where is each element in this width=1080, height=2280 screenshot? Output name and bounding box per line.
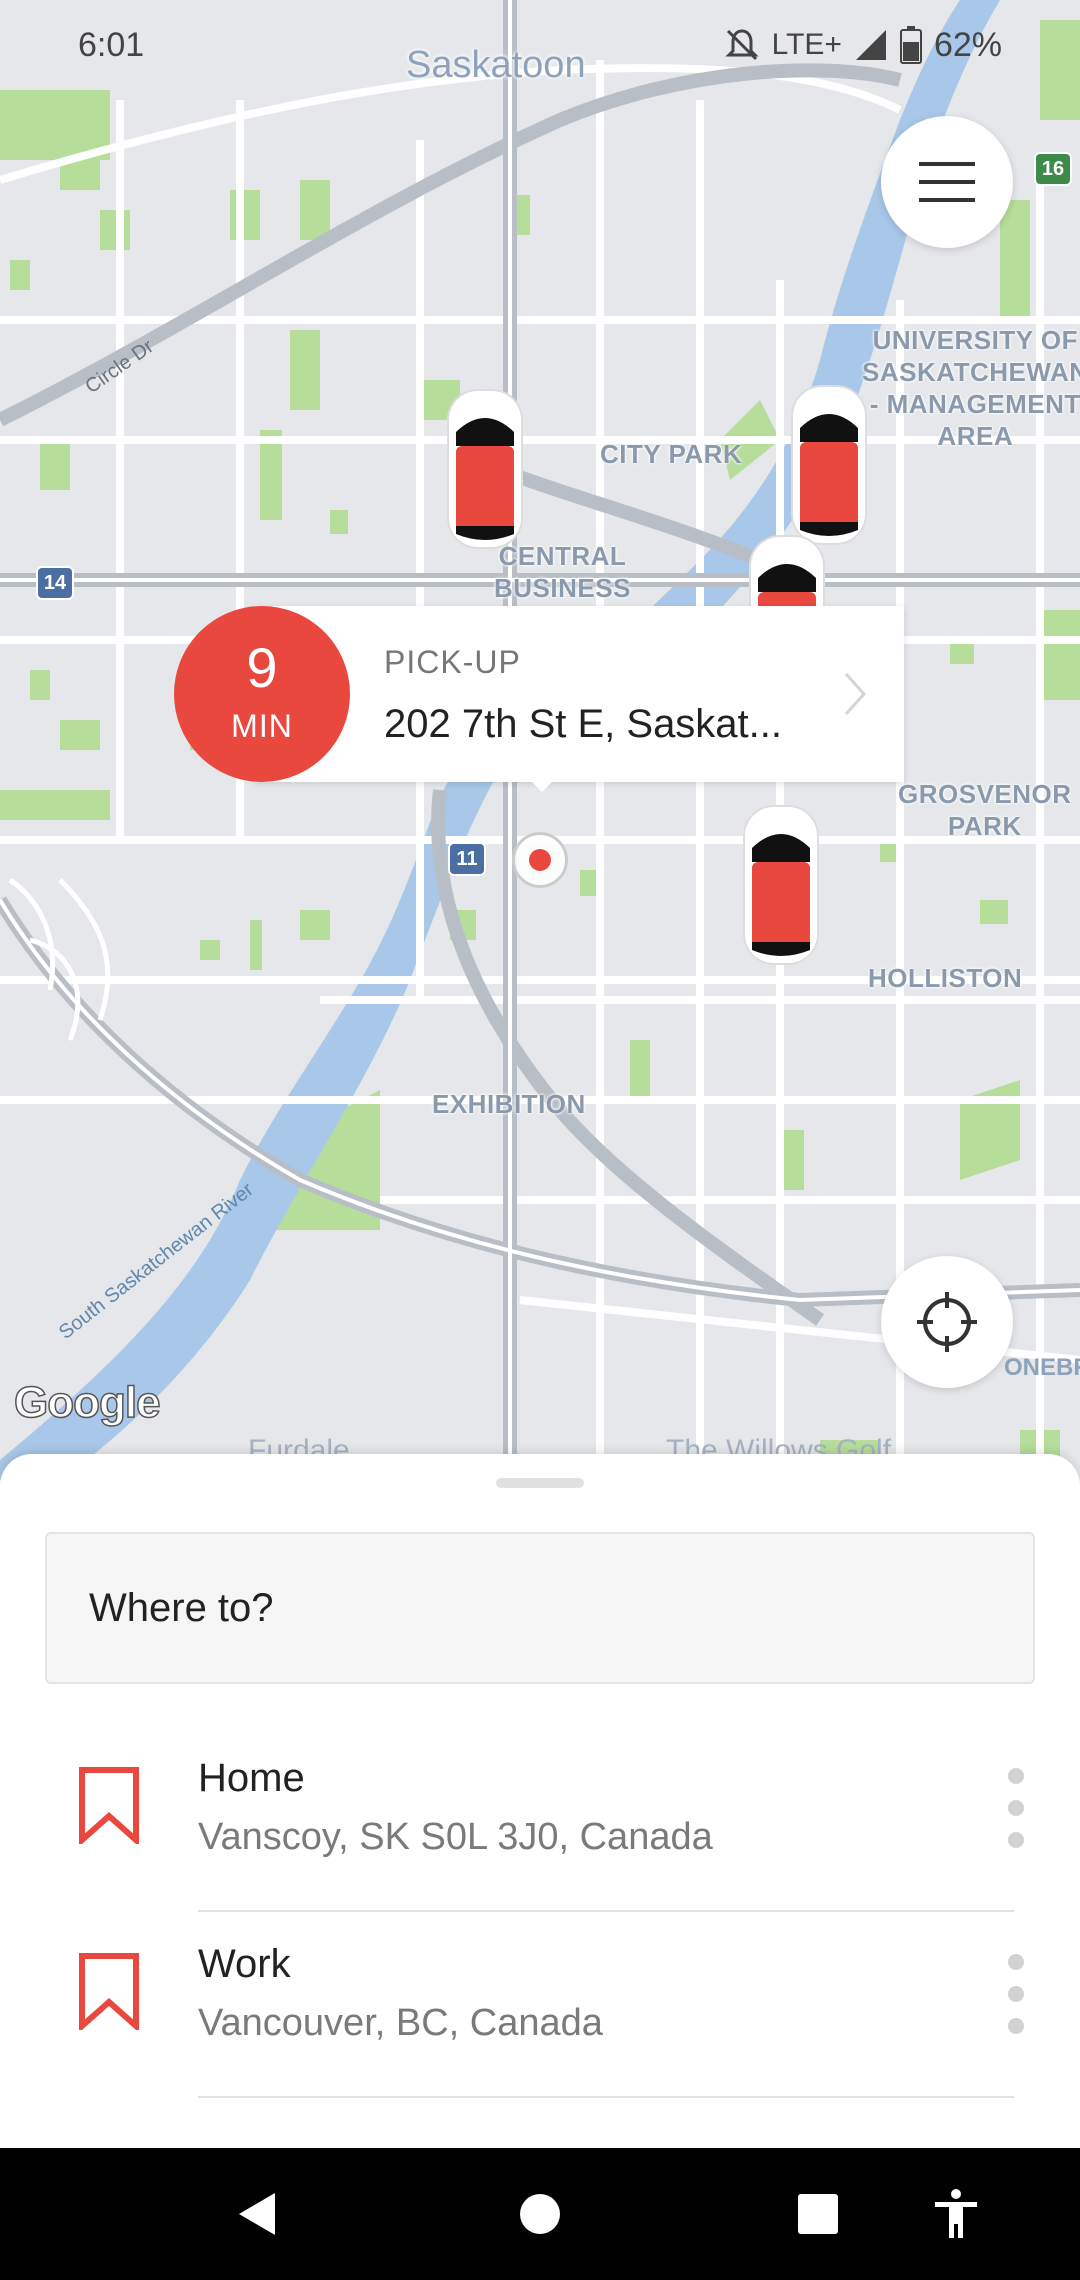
dot	[1008, 1832, 1024, 1848]
pickup-card[interactable]: 9 MIN PICK-UP 202 7th St E, Saskat...	[174, 606, 904, 792]
recents-square-icon	[798, 2194, 838, 2234]
sheet-drag-handle[interactable]	[496, 1478, 584, 1488]
battery-icon	[899, 26, 922, 64]
destination-placeholder: Where to?	[89, 1585, 274, 1630]
saved-place-name: Work	[198, 1942, 291, 1986]
status-time: 6:01	[78, 25, 145, 64]
car-icon	[743, 805, 819, 965]
status-bar: 6:01 LTE+ 62%	[0, 0, 1080, 90]
dot	[1008, 2018, 1024, 2034]
home-button[interactable]	[512, 2186, 568, 2242]
home-circle-icon	[520, 2194, 560, 2234]
saved-place-address: Vancouver, BC, Canada	[198, 2002, 603, 2044]
more-options-button[interactable]	[996, 1768, 1036, 1848]
divider	[198, 2096, 1014, 2098]
pickup-label: PICK-UP	[384, 644, 521, 680]
accessibility-button[interactable]	[928, 2186, 984, 2242]
app-screen: Saskatoon CITY PARK CENTRAL BUSINESS UNI…	[0, 0, 1080, 2280]
eta-value: 9	[246, 636, 278, 699]
dot	[1008, 1986, 1024, 2002]
battery-level: 62%	[933, 25, 1002, 64]
pickup-box[interactable]	[254, 606, 904, 782]
google-logo: Google	[13, 1377, 161, 1428]
saved-place-home[interactable]: Home Vanscoy, SK S0L 3J0, Canada	[0, 1726, 1080, 1912]
bookmark-icon	[79, 1953, 139, 2030]
dot	[1008, 1800, 1024, 1816]
pickup-dot	[529, 849, 551, 871]
neighborhood-label: GROSVENOR PARK	[898, 779, 1072, 841]
highway-shield: 16	[1034, 152, 1072, 186]
signal-icon	[855, 30, 886, 60]
dot	[1008, 1954, 1024, 1970]
hamburger-icon	[919, 162, 975, 202]
accessibility-icon	[935, 2189, 977, 2238]
neighborhood-label: EXHIBITION	[432, 1089, 586, 1119]
neighborhood-label: HOLLISTON	[868, 963, 1023, 993]
dot	[1008, 1768, 1024, 1784]
pickup-location-marker	[512, 832, 568, 888]
notifications-off-icon	[725, 29, 759, 61]
back-button[interactable]	[230, 2186, 286, 2242]
pickup-address: 202 7th St E, Saskat...	[384, 702, 783, 746]
back-triangle-icon	[239, 2193, 275, 2235]
saved-place-name: Home	[198, 1756, 305, 1800]
bottom-sheet: Where to? Home Vanscoy, SK S0L 3J0, Cana…	[0, 1454, 1080, 2149]
saved-place-work[interactable]: Work Vancouver, BC, Canada	[0, 1912, 1080, 2098]
my-location-button[interactable]	[881, 1256, 1013, 1388]
neighborhood-label: UNIVERSITY OF SASKATCHEWAN - MANAGEMENT …	[862, 325, 1080, 451]
map-view[interactable]: Saskatoon CITY PARK CENTRAL BUSINESS UNI…	[0, 0, 1080, 1480]
map-place-label: ONEBRID	[1004, 1354, 1080, 1381]
status-icons: LTE+ 62%	[724, 26, 1002, 65]
eta-badge: 9 MIN	[174, 606, 350, 782]
pickup-pointer	[528, 778, 556, 792]
highway-shield: 11	[448, 842, 486, 876]
car-icon	[791, 385, 867, 545]
neighborhood-label: CITY PARK	[600, 439, 743, 469]
more-options-button[interactable]	[996, 1954, 1036, 2034]
saved-place-address: Vanscoy, SK S0L 3J0, Canada	[198, 1816, 713, 1858]
car-icon	[447, 389, 523, 549]
destination-search-field[interactable]: Where to?	[45, 1532, 1035, 1684]
bookmark-icon	[79, 1767, 139, 1844]
eta-unit: MIN	[231, 708, 293, 744]
chevron-right-icon	[844, 672, 867, 716]
menu-button[interactable]	[881, 116, 1013, 248]
recents-button[interactable]	[790, 2186, 846, 2242]
highway-shield: 14	[36, 566, 74, 600]
network-type: LTE+	[771, 28, 842, 61]
crosshair-icon	[917, 1292, 977, 1352]
system-nav-bar	[0, 2148, 1080, 2280]
